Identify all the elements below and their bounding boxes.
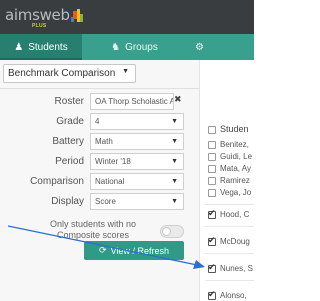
student-row-checkbox[interactable] <box>208 262 216 273</box>
period-value: Winter '18 <box>95 157 131 166</box>
gears-icon: ⚙ <box>195 41 204 53</box>
view-select[interactable]: Benchmark Comparison ▼ <box>3 64 136 83</box>
student-row-checkbox[interactable] <box>208 235 216 246</box>
row-divider <box>205 253 254 254</box>
battery-row: Battery Math ▼ <box>0 133 200 150</box>
roster-value: OA Thorp Scholastic Ac <box>95 97 174 106</box>
student-name[interactable]: Ramirez <box>220 176 250 185</box>
aimsweb-logo[interactable]: aimsweb PLUS <box>5 6 85 29</box>
grade-label: Grade <box>56 116 84 127</box>
tab-students[interactable]: ♟ Students <box>0 34 82 60</box>
student-row-checkbox[interactable] <box>208 208 216 219</box>
tab-groups[interactable]: ♞ Groups <box>82 34 187 60</box>
student-row-checkbox[interactable] <box>208 153 216 161</box>
view-refresh-label: View / Refresh <box>110 245 169 256</box>
group-icon: ♞ <box>111 41 121 53</box>
caret-down-icon: ▼ <box>171 158 178 165</box>
comparison-select[interactable]: National ▼ <box>90 173 184 190</box>
logo-bars-icon <box>70 7 85 25</box>
logo-text: aimsweb <box>5 6 70 24</box>
student-column-header: Studen <box>220 124 249 134</box>
select-all-checkbox[interactable] <box>208 126 216 134</box>
student-name[interactable]: Mata, Ay <box>220 164 251 173</box>
display-label: Display <box>51 196 84 207</box>
caret-down-icon: ▼ <box>171 138 178 145</box>
caret-down-icon: ▼ <box>171 118 178 125</box>
display-row: Display Score ▼ <box>0 193 200 210</box>
student-name[interactable]: Benitez, <box>220 140 249 149</box>
comparison-value: National <box>95 177 125 186</box>
roster-label: Roster <box>54 96 84 107</box>
logo-plus-text: PLUS <box>32 23 47 29</box>
caret-down-icon: ▼ <box>171 178 178 185</box>
student-name[interactable]: McDoug <box>220 237 250 246</box>
divider <box>0 88 200 89</box>
main-tabs: ♟ Students ♞ Groups ⚙ <box>0 34 254 60</box>
grade-value: 4 <box>95 117 100 126</box>
period-row: Period Winter '18 ▼ <box>0 153 200 170</box>
period-label: Period <box>55 156 84 167</box>
caret-down-icon: ▼ <box>171 198 178 205</box>
display-select[interactable]: Score ▼ <box>90 193 184 210</box>
tab-students-label: Students <box>28 41 68 53</box>
roster-select[interactable]: OA Thorp Scholastic Ac <box>90 93 174 110</box>
caret-down-icon: ▼ <box>122 68 129 75</box>
student-row-checkbox[interactable] <box>208 289 216 300</box>
battery-label: Battery <box>52 136 84 147</box>
student-name[interactable]: Vega, Jo <box>220 188 251 197</box>
student-row-checkbox[interactable] <box>208 165 216 173</box>
student-row-checkbox[interactable] <box>208 189 216 197</box>
filter-panel: Benchmark Comparison ▼ Roster OA Thorp S… <box>0 60 200 301</box>
view-refresh-button[interactable]: ⟳ View / Refresh <box>84 241 184 260</box>
row-divider <box>205 226 254 227</box>
student-name[interactable]: Alonso, <box>220 291 247 300</box>
top-bar: aimsweb PLUS <box>0 0 254 34</box>
refresh-icon: ⟳ <box>99 245 107 255</box>
period-select[interactable]: Winter '18 ▼ <box>90 153 184 170</box>
only-no-composite-toggle[interactable] <box>160 225 184 238</box>
comparison-row: Comparison National ▼ <box>0 173 200 190</box>
row-divider <box>205 280 254 281</box>
student-row-checkbox[interactable] <box>208 141 216 149</box>
roster-row: Roster OA Thorp Scholastic Ac ✖ <box>0 93 200 110</box>
student-name[interactable]: Hood, C <box>220 210 249 219</box>
tab-settings[interactable]: ⚙ <box>187 34 227 60</box>
view-select-value: Benchmark Comparison <box>8 68 116 79</box>
row-divider <box>205 204 254 205</box>
tab-groups-label: Groups <box>125 41 158 53</box>
grade-select[interactable]: 4 ▼ <box>90 113 184 130</box>
person-icon: ♟ <box>14 41 24 53</box>
battery-select[interactable]: Math ▼ <box>90 133 184 150</box>
student-name[interactable]: Guidi, Le <box>220 152 252 161</box>
toggle-knob <box>162 227 171 236</box>
battery-value: Math <box>95 137 113 146</box>
comparison-label: Comparison <box>30 176 84 187</box>
grade-row: Grade 4 ▼ <box>0 113 200 130</box>
clear-roster-icon[interactable]: ✖ <box>174 94 182 105</box>
student-name[interactable]: Nunes, S <box>220 264 253 273</box>
student-row-checkbox[interactable] <box>208 177 216 185</box>
only-no-composite-label: Only students with no Composite scores <box>49 219 137 240</box>
student-table: Studen Benitez, Guidi, Le Mata, Ay Ramirez V… <box>201 60 254 301</box>
display-value: Score <box>95 197 116 206</box>
